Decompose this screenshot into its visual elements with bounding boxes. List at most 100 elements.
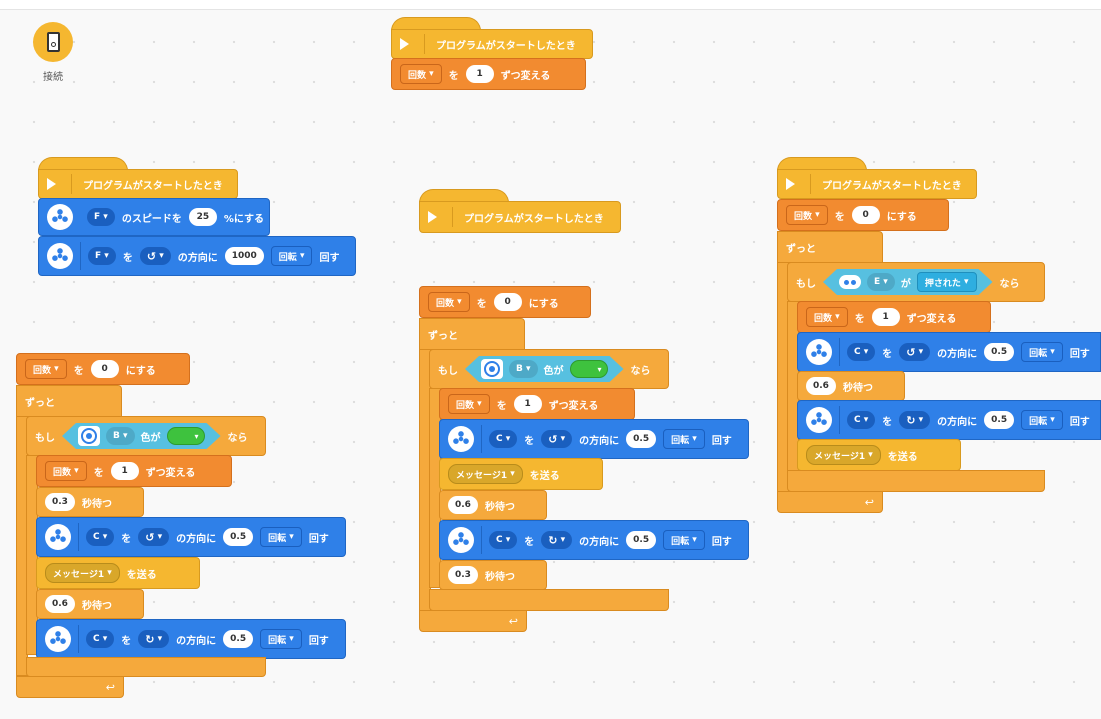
direction-dropdown[interactable]: ↻ ▾	[541, 531, 573, 549]
set-variable-block[interactable]: 回数 ▾ を 0 にする	[16, 353, 190, 385]
number-input[interactable]: 1000	[224, 247, 264, 265]
number-input[interactable]: 0	[851, 206, 880, 224]
wait-block[interactable]: 0.3 秒待つ	[439, 560, 547, 590]
motor-set-speed-block[interactable]: F ▾ のスピードを 25 %にする	[38, 198, 270, 236]
port-dropdown[interactable]: F ▾	[88, 247, 116, 265]
separator	[71, 174, 72, 194]
number-input[interactable]: 0.6	[448, 496, 478, 514]
change-variable-block[interactable]: 回数 ▾ を 1 ずつ変える	[391, 58, 586, 90]
unit-dropdown[interactable]: 回転 ▾	[663, 429, 705, 449]
change-variable-block[interactable]: 回数 ▾ を 1 ずつ変える	[439, 388, 635, 420]
port-dropdown[interactable]: C ▾	[847, 411, 876, 429]
port-name: F	[94, 212, 101, 222]
unit-dropdown[interactable]: 回転 ▾	[663, 530, 705, 550]
broadcast-block[interactable]: メッセージ1 ▾ を送る	[36, 557, 200, 589]
number-input[interactable]: 0.5	[223, 528, 254, 546]
message-dropdown[interactable]: メッセージ1 ▾	[448, 464, 523, 484]
port-dropdown[interactable]: C ▾	[86, 630, 115, 648]
unit-dropdown[interactable]: 回転 ▾	[1021, 342, 1063, 362]
motor-run-block[interactable]: C ▾ を ↻ ▾ の方向に 0.5 回転 ▾ 回す	[797, 400, 1101, 440]
wait-block[interactable]: 0.6 秒待つ	[36, 589, 144, 619]
block-text: 回す	[308, 533, 329, 545]
when-program-starts-block[interactable]: プログラムがスタートしたとき	[777, 169, 977, 199]
connect-button[interactable]: 接続	[30, 22, 76, 92]
number-input[interactable]: 0.5	[626, 430, 657, 448]
variable-dropdown[interactable]: 回数 ▾	[25, 359, 67, 379]
wait-block[interactable]: 0.3 秒待つ	[36, 487, 144, 517]
if-then-block[interactable]: もし E ▾ が 押された ▾ なら	[787, 262, 1045, 302]
port-dropdown[interactable]: B ▾	[509, 360, 538, 378]
variable-dropdown[interactable]: 回数 ▾	[400, 64, 442, 84]
number-input[interactable]: 0.5	[223, 630, 254, 648]
motor-run-block[interactable]: C ▾ を ↻ ▾ の方向に 0.5 回転 ▾ 回す	[36, 619, 346, 659]
number-input[interactable]: 0.5	[626, 531, 657, 549]
when-program-starts-block[interactable]: プログラムがスタートしたとき	[38, 169, 238, 199]
direction-dropdown[interactable]: ↺ ▾	[541, 430, 573, 448]
direction-dropdown[interactable]: ↺ ▾	[139, 247, 171, 265]
change-variable-block[interactable]: 回数 ▾ を 1 ずつ変える	[36, 455, 232, 487]
unit-dropdown[interactable]: 回転 ▾	[270, 246, 313, 266]
variable-dropdown[interactable]: 回数 ▾	[45, 461, 87, 481]
change-variable-block[interactable]: 回数 ▾ を 1 ずつ変える	[797, 301, 991, 333]
unit-dropdown[interactable]: 回転 ▾	[260, 527, 302, 547]
port-dropdown[interactable]: B ▾	[106, 427, 135, 445]
wait-block[interactable]: 0.6 秒待つ	[439, 490, 547, 520]
if-then-block[interactable]: もし B ▾ 色が ▾ なら	[429, 349, 669, 389]
number-input[interactable]: 25	[188, 208, 217, 226]
number-input[interactable]: 0.6	[45, 595, 75, 613]
number-input[interactable]: 0.5	[984, 343, 1015, 361]
direction-dropdown[interactable]: ↺ ▾	[138, 528, 170, 546]
port-dropdown[interactable]: C ▾	[489, 430, 518, 448]
connect-circle[interactable]	[33, 22, 73, 62]
motor-icon	[47, 204, 73, 230]
if-then-block[interactable]: もし B ▾ 色が ▾ なら	[26, 416, 266, 456]
color-sensor-condition[interactable]: B ▾ 色が ▾	[465, 356, 624, 382]
motor-run-block[interactable]: F ▾ を ↺ ▾ の方向に 1000 回転 ▾ 回す	[38, 236, 356, 276]
direction-dropdown[interactable]: ↺ ▾	[899, 343, 931, 361]
number-input[interactable]: 0.5	[984, 411, 1015, 429]
number-input[interactable]: 0	[90, 360, 119, 378]
broadcast-block[interactable]: メッセージ1 ▾ を送る	[797, 439, 961, 471]
set-variable-block[interactable]: 回数 ▾ を 0 にする	[777, 199, 949, 231]
motor-run-block[interactable]: C ▾ を ↺ ▾ の方向に 0.5 回転 ▾ 回す	[439, 419, 749, 459]
set-variable-block[interactable]: 回数 ▾ を 0 にする	[419, 286, 591, 318]
color-picker[interactable]: ▾	[570, 360, 608, 378]
distance-sensor-condition[interactable]: E ▾ が 押された ▾	[823, 269, 993, 295]
motor-run-block[interactable]: C ▾ を ↻ ▾ の方向に 0.5 回転 ▾ 回す	[439, 520, 749, 560]
message-dropdown[interactable]: メッセージ1 ▾	[806, 445, 881, 465]
number-input[interactable]: 1	[110, 462, 139, 480]
message-dropdown[interactable]: メッセージ1 ▾	[45, 563, 120, 583]
unit-dropdown[interactable]: 回転 ▾	[260, 629, 302, 649]
unit-dropdown[interactable]: 回転 ▾	[1021, 410, 1063, 430]
variable-dropdown[interactable]: 回数 ▾	[806, 307, 848, 327]
number-input[interactable]: 0.3	[448, 566, 478, 584]
number-input[interactable]: 1	[513, 395, 542, 413]
color-sensor-condition[interactable]: B ▾ 色が ▾	[62, 423, 221, 449]
motor-run-block[interactable]: C ▾ を ↺ ▾ の方向に 0.5 回転 ▾ 回す	[36, 517, 346, 557]
when-program-starts-block[interactable]: プログラムがスタートしたとき	[391, 29, 593, 59]
port-dropdown[interactable]: C ▾	[847, 343, 876, 361]
direction-dropdown[interactable]: ↻ ▾	[138, 630, 170, 648]
direction-dropdown[interactable]: ↻ ▾	[899, 411, 931, 429]
port-dropdown[interactable]: F ▾	[87, 208, 115, 226]
variable-dropdown[interactable]: 回数 ▾	[786, 205, 828, 225]
wait-block[interactable]: 0.6 秒待つ	[797, 371, 905, 401]
variable-dropdown[interactable]: 回数 ▾	[428, 292, 470, 312]
state-dropdown[interactable]: 押された ▾	[917, 272, 977, 292]
number-input[interactable]: 1	[871, 308, 900, 326]
forever-block[interactable]: ずっと	[16, 385, 122, 417]
port-dropdown[interactable]: C ▾	[489, 531, 518, 549]
forever-block[interactable]: ずっと	[777, 231, 883, 263]
motor-run-block[interactable]: C ▾ を ↺ ▾ の方向に 0.5 回転 ▾ 回す	[797, 332, 1101, 372]
color-picker[interactable]: ▾	[167, 427, 205, 445]
port-dropdown[interactable]: E ▾	[867, 273, 895, 291]
port-dropdown[interactable]: C ▾	[86, 528, 115, 546]
when-program-starts-block[interactable]: プログラムがスタートしたとき	[419, 201, 621, 233]
variable-dropdown[interactable]: 回数 ▾	[448, 394, 490, 414]
number-input[interactable]: 0.3	[45, 493, 75, 511]
number-input[interactable]: 0	[493, 293, 522, 311]
number-input[interactable]: 0.6	[806, 377, 836, 395]
number-input[interactable]: 1	[465, 65, 494, 83]
forever-block[interactable]: ずっと	[419, 318, 525, 350]
broadcast-block[interactable]: メッセージ1 ▾ を送る	[439, 458, 603, 490]
